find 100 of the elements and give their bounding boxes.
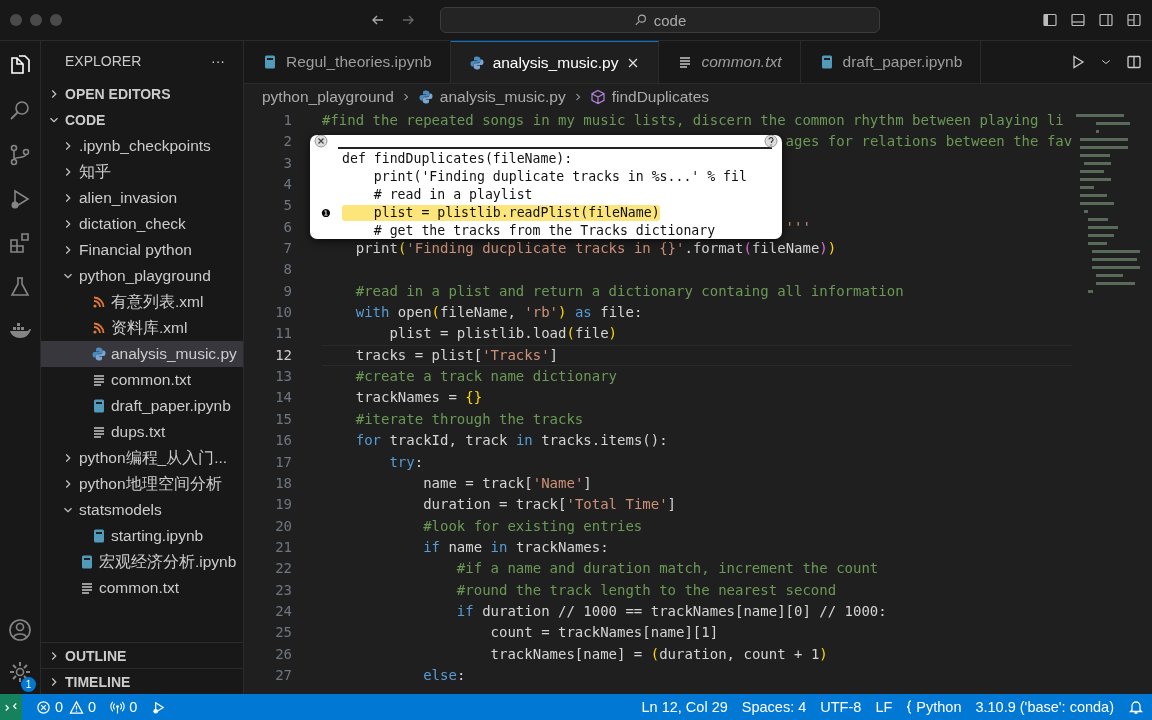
breadcrumb-item[interactable]: python_playground [262, 88, 394, 106]
folder-item[interactable]: dictation_check [41, 211, 243, 237]
status-text[interactable]: 0 [129, 699, 138, 715]
code-line: name = track['Name'] [423, 474, 592, 491]
breadcrumb-item[interactable]: analysis_music.py [439, 88, 566, 106]
cube-icon [589, 89, 606, 105]
line-number: 23 [274, 580, 292, 600]
code-line: #round the track length to the nearest second [456, 581, 837, 598]
broadcast-icon [110, 699, 126, 715]
folder-item[interactable]: python地理空间分析 [41, 471, 243, 497]
bell-icon [1128, 699, 1144, 715]
line-number: 9 [282, 281, 292, 301]
editor-tab[interactable]: analysis_music.py [450, 41, 660, 83]
code-line: with open(fileName, 'rb') as file: [355, 304, 643, 321]
status-text[interactable]: 3.10.9 ('base': conda) [975, 699, 1114, 715]
error-icon [36, 699, 51, 715]
line-number: 15 [274, 409, 292, 429]
folder-item[interactable]: alien_invasion [41, 185, 243, 211]
notebook-file-icon [262, 54, 278, 70]
panel-layout-icon [1070, 12, 1086, 28]
line-number: 13 [274, 367, 292, 387]
help-icon [764, 135, 778, 148]
file-item[interactable]: draft_paper.ipynb [41, 393, 243, 419]
sidebar-layout-icon [1042, 12, 1058, 28]
status-text[interactable]: Python [916, 699, 962, 715]
status-text[interactable]: 0 [88, 699, 97, 715]
breadcrumb-item[interactable]: findDuplicates [611, 88, 709, 106]
folder-item[interactable]: python编程_从入门... [41, 445, 243, 471]
folder-item[interactable]: statsmodels [41, 497, 243, 523]
feed-file-icon [91, 320, 107, 336]
folder-item[interactable]: Financial python [41, 237, 243, 263]
code-line: count = trackNames[name][1] [490, 624, 719, 641]
code-line: plist = plistlib.load(file) [389, 325, 618, 342]
line-number: 2 [282, 132, 292, 152]
run-debug-icon [151, 699, 167, 715]
text-file-icon [91, 424, 107, 440]
line-number: 16 [274, 431, 292, 451]
command-search-field[interactable]: code [440, 7, 880, 33]
feed-file-icon [91, 294, 107, 310]
code-line: tracks = plist['Tracks'] [355, 346, 559, 363]
code-line: #create a track name dictionary [355, 368, 617, 385]
section-header[interactable]: OPEN EDITORS [41, 81, 243, 107]
line-number: 12 [274, 345, 292, 365]
file-item[interactable]: dups.txt [41, 419, 243, 445]
file-item[interactable]: starting.ipynb [41, 523, 243, 549]
line-number: 8 [282, 260, 292, 280]
code-line: else: [423, 666, 466, 683]
status-text[interactable]: UTF-8 [820, 699, 862, 715]
window-zoom-button[interactable] [50, 14, 62, 26]
window-close-button[interactable] [10, 14, 22, 26]
code-line: # get the tracks from the Tracks dictionary [372, 223, 716, 239]
close-icon [314, 135, 328, 148]
line-number: 21 [274, 537, 292, 557]
code-line: #find the repeated songs in my music lists, discern the common rhythm between playing li [322, 112, 1064, 128]
file-item[interactable]: 宏观经济分析.ipynb [41, 549, 243, 575]
python-file-icon [417, 89, 434, 105]
braces-icon [906, 700, 913, 714]
run-icon [1070, 54, 1086, 70]
file-item[interactable]: analysis_music.py [41, 341, 243, 367]
remote-button[interactable] [0, 694, 22, 720]
folder-item[interactable]: .ipynb_checkpoints [41, 133, 243, 159]
more-actions-button[interactable]: ··· [211, 53, 225, 69]
extensions-icon [8, 231, 32, 255]
file-item[interactable]: common.txt [41, 367, 243, 393]
python-file-icon [91, 346, 107, 362]
code-line: trackNames = {} [355, 389, 483, 406]
line-number: 20 [274, 516, 292, 536]
file-item[interactable]: common.txt [41, 575, 243, 601]
line-number: 10 [274, 303, 292, 323]
line-number: 17 [274, 452, 292, 472]
status-text[interactable]: Spaces: 4 [741, 699, 807, 715]
code-line: trackNames[name] = (duration, count + 1) [490, 645, 828, 662]
code-line: print('Finding duplicate tracks in %s...' % fil [372, 169, 747, 185]
line-number: 6 [282, 217, 292, 237]
flask-icon [8, 275, 32, 299]
status-text[interactable]: 0 [55, 699, 64, 715]
folder-item[interactable]: 知乎 [41, 159, 243, 185]
line-number: 5 [282, 196, 292, 216]
section-header[interactable]: CODE [41, 107, 243, 133]
notebook-file-icon [91, 398, 107, 414]
window-minimize-button[interactable] [30, 14, 42, 26]
account-icon [8, 618, 32, 642]
line-number: 3 [282, 153, 292, 173]
notebook-file-icon [91, 528, 107, 544]
code-line: if duration // 1000 == trackNames[name][0] // 1000: [456, 602, 887, 619]
folder-item[interactable]: python_playground [41, 263, 243, 289]
line-number: 19 [274, 495, 292, 515]
section-header[interactable]: OUTLINE [41, 642, 243, 668]
status-text[interactable]: Ln 12, Col 29 [641, 699, 728, 715]
remote-icon [4, 700, 18, 714]
code-line: print('Finding ducplicate tracks in {}'.format(fileName)) [355, 240, 837, 257]
search-icon [633, 13, 648, 27]
file-item[interactable]: 资料库.xml [41, 315, 243, 341]
line-number: 4 [282, 175, 292, 195]
file-item[interactable]: 有意列表.xml [41, 289, 243, 315]
code-line: # read in a playlist [372, 187, 533, 203]
code-line: if name in trackNames: [423, 538, 609, 555]
notification-badge: 1 [21, 677, 36, 692]
line-number: 25 [274, 623, 292, 643]
status-text[interactable]: LF [875, 699, 893, 715]
